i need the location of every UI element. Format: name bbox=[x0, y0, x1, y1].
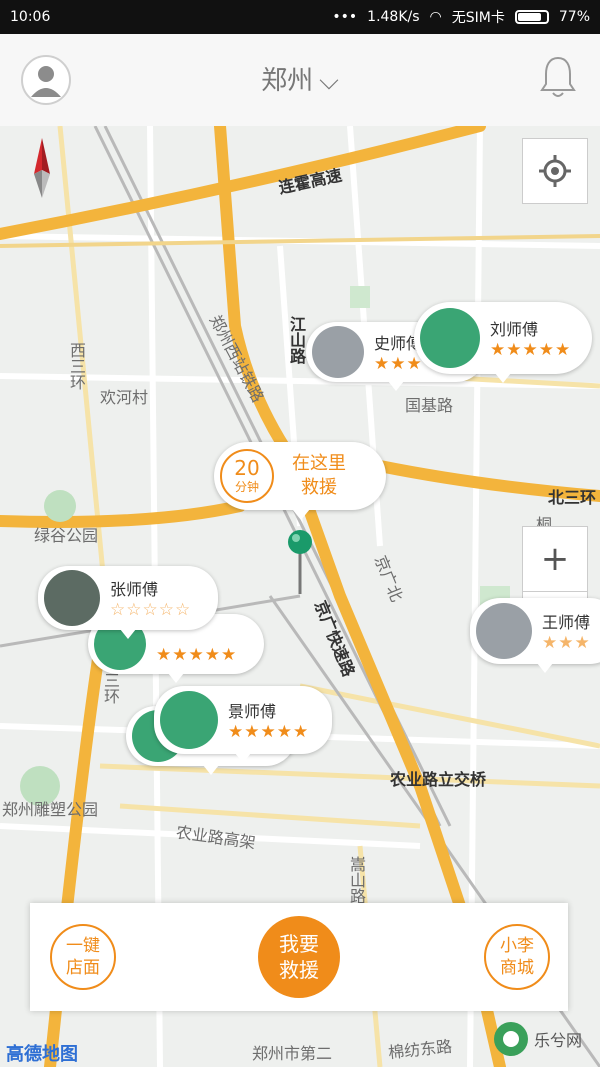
rescue-here-line2: 救援 bbox=[301, 477, 337, 498]
rescue-button-line2: 救援 bbox=[279, 958, 319, 982]
rescue-here-text: 在这里 救援 bbox=[292, 452, 346, 500]
network-speed: 1.48K/s bbox=[367, 9, 420, 25]
driver-rating: ★★★★★ bbox=[490, 340, 572, 360]
eta-unit: 分钟 bbox=[234, 479, 259, 494]
status-bar: 10:06 ••• 1.48K/s ◠ 无SIM卡 77% bbox=[0, 0, 600, 34]
road-label-guoji: 国基路 bbox=[405, 396, 454, 415]
watermark-text: 乐兮网 bbox=[533, 1031, 582, 1050]
driver-avatar bbox=[420, 308, 480, 368]
chevron-down-icon: ⌵ bbox=[319, 66, 339, 96]
road-label-zhengzhou-no2: 郑州市第二 bbox=[252, 1044, 333, 1063]
driver-bubble-liu[interactable]: 刘师傅 ★★★★★ bbox=[414, 302, 592, 383]
road-label-beisanhuan: 北三环 bbox=[548, 488, 597, 507]
locate-button[interactable] bbox=[522, 138, 588, 204]
city-selector[interactable]: 郑州 ⌵ bbox=[0, 60, 600, 97]
crosshair-icon bbox=[539, 155, 571, 187]
eta-minutes: 20 bbox=[234, 455, 260, 480]
watermark-icon bbox=[493, 1022, 528, 1056]
request-rescue-button[interactable]: 我要 救援 bbox=[258, 916, 340, 998]
mall-button-line2: 商城 bbox=[500, 958, 534, 978]
rescue-button-line1: 我要 bbox=[279, 932, 319, 956]
driver-bubble-jing[interactable]: 景师傅 ★★★★★ bbox=[154, 686, 332, 763]
driver-rating: ★★★★★ bbox=[156, 645, 238, 665]
status-time: 10:06 bbox=[10, 9, 51, 25]
eta-timer: 20 分钟 bbox=[220, 449, 274, 503]
driver-rating: ★★★ bbox=[542, 633, 591, 653]
road-label-songshan: 嵩山路 bbox=[347, 856, 366, 904]
mall-button-line1: 小李 bbox=[500, 936, 534, 956]
road-label-xisanhuan: 西三环 bbox=[67, 342, 86, 390]
road-label-lvgu: 绿谷公园 bbox=[34, 526, 99, 545]
driver-avatar bbox=[312, 326, 364, 378]
driver-avatar bbox=[476, 603, 532, 659]
battery-percent: 77% bbox=[558, 9, 590, 25]
driver-avatar bbox=[44, 570, 100, 626]
driver-avatar bbox=[160, 691, 218, 749]
watermark: 乐兮网 bbox=[493, 1022, 582, 1056]
store-button-line1: 一键 bbox=[66, 936, 100, 956]
battery-icon bbox=[514, 10, 549, 24]
sim-status: 无SIM卡 bbox=[451, 10, 505, 26]
bell-icon[interactable] bbox=[538, 54, 578, 100]
app-header: 郑州 ⌵ bbox=[0, 34, 600, 127]
driver-name: 王师傅 bbox=[542, 613, 591, 632]
driver-rating: ☆☆☆☆☆ bbox=[110, 600, 192, 620]
driver-bubble-zhang[interactable]: 张师傅 ☆☆☆☆☆ bbox=[38, 566, 218, 639]
road-label-village: 欢河村 bbox=[100, 388, 149, 407]
more-dots-icon: ••• bbox=[332, 9, 358, 25]
wifi-icon: ◠ bbox=[429, 9, 442, 25]
city-name: 郑州 bbox=[261, 66, 314, 96]
rescue-here-line1: 在这里 bbox=[292, 453, 346, 474]
rescue-here-bubble[interactable]: 20 分钟 在这里 救援 bbox=[214, 442, 386, 520]
driver-name: 张师傅 bbox=[110, 580, 159, 599]
road-label-nongye-bridge: 农业路立交桥 bbox=[390, 770, 487, 789]
gaode-map-logo: 高德地图 bbox=[6, 1044, 78, 1065]
driver-bubble-wang[interactable]: 王师傅 ★★★ bbox=[470, 598, 600, 673]
driver-name: 景师傅 bbox=[228, 702, 277, 721]
store-button-line2: 店面 bbox=[66, 958, 100, 978]
road-label-jiangshan: 江山路 bbox=[287, 316, 306, 364]
store-button[interactable]: 一键 店面 bbox=[50, 924, 116, 990]
driver-rating: ★★★★★ bbox=[228, 722, 310, 742]
zoom-in-button[interactable]: + bbox=[522, 526, 588, 592]
mall-button[interactable]: 小李 商城 bbox=[484, 924, 550, 990]
road-label-sanhuan: 三环 bbox=[101, 672, 120, 704]
driver-name: 刘师傅 bbox=[490, 320, 539, 339]
bottom-action-bar: 一键 店面 我要 救援 小李 商城 bbox=[30, 903, 568, 1011]
driver-rating: ★★★ bbox=[374, 354, 423, 374]
road-label-diaosu: 郑州雕塑公园 bbox=[2, 800, 99, 819]
